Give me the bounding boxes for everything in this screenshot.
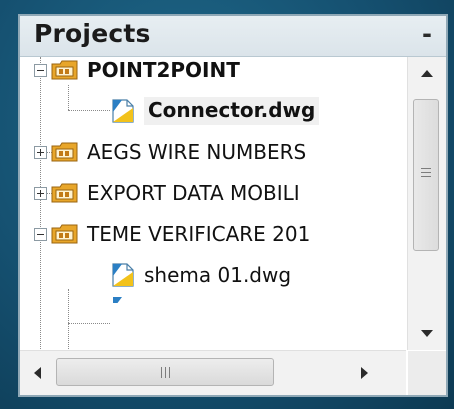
drawing-file-icon — [110, 262, 136, 288]
project-folder-icon — [51, 182, 79, 204]
collapse-toggle-icon[interactable] — [34, 227, 47, 241]
project-folder-icon — [51, 223, 79, 245]
tree-connector-line — [68, 110, 110, 111]
project-folder-icon — [51, 141, 79, 163]
grip-icon — [421, 168, 431, 169]
tree-item-project[interactable]: EXPORT DATA MOBILI — [34, 173, 300, 213]
grip-icon — [421, 176, 431, 177]
tree-item-label: POINT2POINT — [87, 58, 240, 82]
panel-title: Projects — [34, 19, 151, 48]
tree-item-drawing[interactable]: Connector.dwg — [110, 91, 320, 131]
projects-panel: Projects - POINT2POINT Connector.dwg AEG… — [18, 14, 448, 397]
arrow-right-icon[interactable] — [346, 351, 382, 395]
expand-toggle-icon[interactable] — [34, 145, 47, 159]
minimize-button[interactable]: - — [416, 18, 438, 50]
horizontal-scrollbar[interactable] — [20, 350, 406, 395]
arrow-up-icon[interactable] — [408, 57, 446, 89]
grip-icon — [165, 367, 166, 378]
grip-icon — [169, 367, 170, 378]
tree-item-drawing[interactable]: shema 01.dwg — [110, 255, 291, 295]
horizontal-scroll-thumb[interactable] — [56, 358, 274, 386]
tree-connector-line — [68, 323, 110, 324]
tree-item-project[interactable]: POINT2POINT — [34, 57, 240, 90]
tree-item-label: EXPORT DATA MOBILI — [87, 181, 300, 205]
collapse-toggle-icon[interactable] — [34, 63, 47, 77]
tree-connector-line — [68, 289, 69, 350]
tree-item-label: shema 01.dwg — [144, 263, 292, 287]
panel-header: Projects - — [20, 16, 446, 57]
tree-item-project[interactable]: AEGS WIRE NUMBERS — [34, 132, 306, 172]
grip-icon — [161, 367, 162, 378]
tree-item-label: TEME VERIFICARE 201 — [87, 222, 311, 246]
arrow-down-icon[interactable] — [408, 318, 446, 350]
drawing-file-icon — [110, 98, 136, 124]
tree-item-label: AEGS WIRE NUMBERS — [87, 140, 307, 164]
vertical-scroll-thumb[interactable] — [413, 99, 439, 251]
vertical-scrollbar[interactable] — [407, 57, 446, 350]
tree-item-project[interactable]: TEME VERIFICARE 201 — [34, 214, 310, 254]
tree-item-label: Connector.dwg — [144, 97, 320, 125]
grip-icon — [421, 172, 431, 173]
arrow-left-icon[interactable] — [20, 351, 56, 395]
project-folder-icon — [51, 59, 79, 81]
drawing-file-icon — [110, 295, 136, 303]
project-tree: POINT2POINT Connector.dwg AEGS WIRE NUMB… — [20, 57, 406, 350]
scrollbar-corner — [408, 351, 446, 395]
expand-toggle-icon[interactable] — [34, 186, 47, 200]
